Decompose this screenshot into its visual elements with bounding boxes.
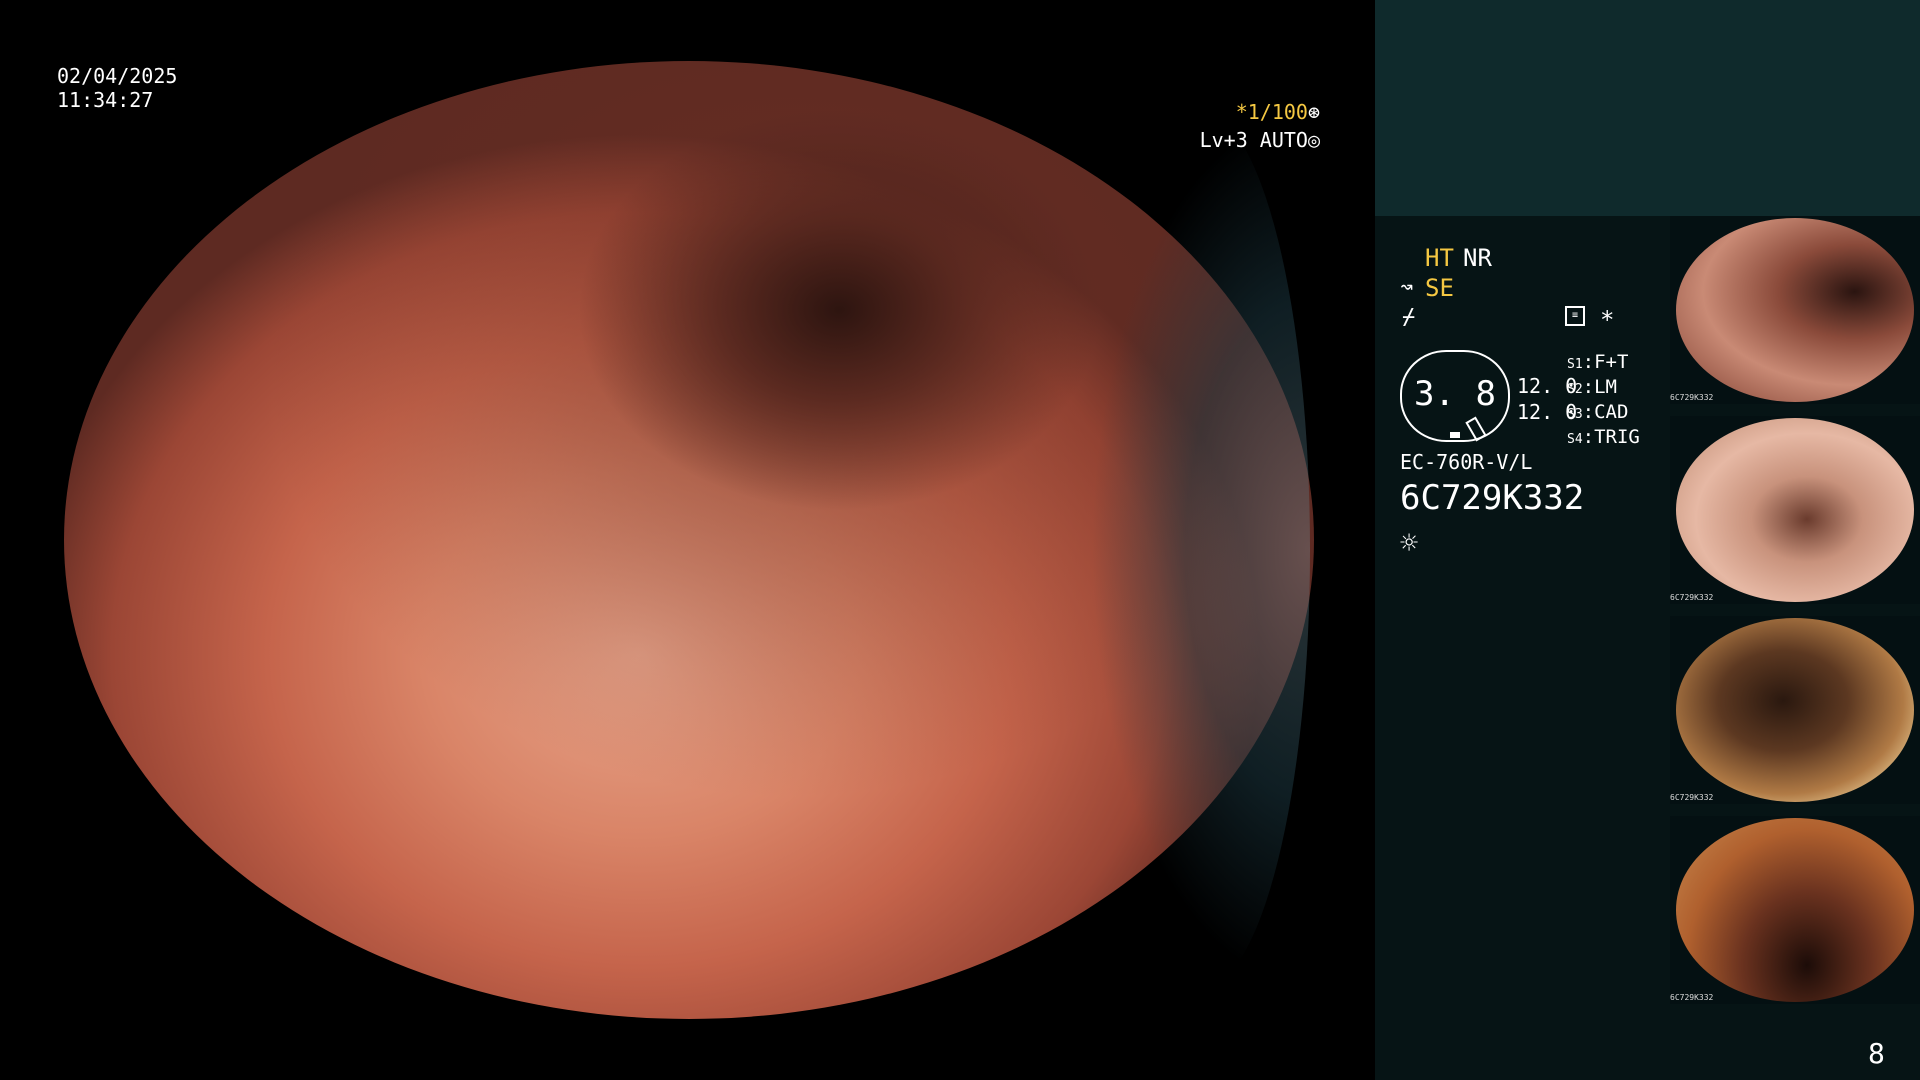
capture-thumbnail[interactable]: 6C729K332	[1670, 216, 1920, 404]
thumbnail-label: 6C729K332	[1670, 993, 1714, 1002]
gauge-value: 3. 8	[1414, 374, 1496, 414]
switch-slot-4: S4:TRIG	[1567, 426, 1640, 448]
capture-thumbnail[interactable]: 6C729K332	[1670, 416, 1920, 604]
scope-rim-reflection	[1090, 110, 1310, 990]
thumbnail-label: 6C729K332	[1670, 793, 1714, 802]
slot-value: TRIG	[1594, 426, 1640, 448]
slot-key: S1	[1567, 357, 1583, 372]
slot-key: S4	[1567, 432, 1583, 447]
level-value: Lv+3 AUTO	[1199, 128, 1308, 152]
shutter-readout: *1/100⊛	[1236, 100, 1320, 124]
ht-indicator: HT	[1425, 244, 1454, 272]
switch-slot-1: S1:F+T	[1567, 351, 1629, 373]
auto-icon: ◎	[1307, 128, 1320, 152]
menu-icon: ≡	[1565, 306, 1585, 326]
view-mask-top	[0, 0, 1375, 61]
slot-value: CAD	[1594, 401, 1629, 423]
shutter-value: *1/100	[1235, 100, 1308, 124]
star-icon: *	[1600, 306, 1615, 334]
slot-value: LM	[1594, 376, 1617, 398]
wave-icon: ⌿	[1402, 305, 1416, 330]
info-panel-header	[1375, 0, 1920, 216]
thumbnail-image	[1676, 218, 1914, 402]
thumbnail-image	[1676, 418, 1914, 602]
se-indicator: SE	[1425, 274, 1454, 302]
page-number: 8	[1868, 1037, 1885, 1070]
capture-thumbnail[interactable]: 6C729K332	[1670, 616, 1920, 804]
nr-indicator: NR	[1463, 244, 1492, 272]
thumbnail-label: 6C729K332	[1670, 593, 1714, 602]
switch-slot-3: S3:CAD	[1567, 401, 1629, 423]
gauge-mark	[1450, 432, 1460, 438]
thumbnail-image	[1676, 818, 1914, 1002]
thumbnail-label: 6C729K332	[1670, 393, 1714, 402]
structure-enhance-icon: ↝	[1400, 275, 1414, 300]
scope-model: EC-760R-V/L	[1400, 450, 1533, 474]
shutter-icon: ⊛	[1307, 100, 1320, 124]
switch-slot-2: S2:LM	[1567, 376, 1617, 398]
date-readout: 02/04/2025	[57, 64, 178, 88]
scope-serial: 6C729K332	[1400, 478, 1585, 518]
time-readout: 11:34:27	[57, 88, 154, 112]
capture-thumbnail[interactable]: 6C729K332	[1670, 816, 1920, 1004]
slot-value: F+T	[1594, 351, 1629, 373]
level-readout: Lv+3 AUTO◎	[1200, 128, 1320, 152]
slot-key: S2	[1567, 382, 1583, 397]
thumbnail-image	[1676, 618, 1914, 802]
slot-key: S3	[1567, 407, 1583, 422]
light-icon: ☼	[1400, 526, 1419, 561]
view-mask-bottom	[0, 1019, 1375, 1080]
